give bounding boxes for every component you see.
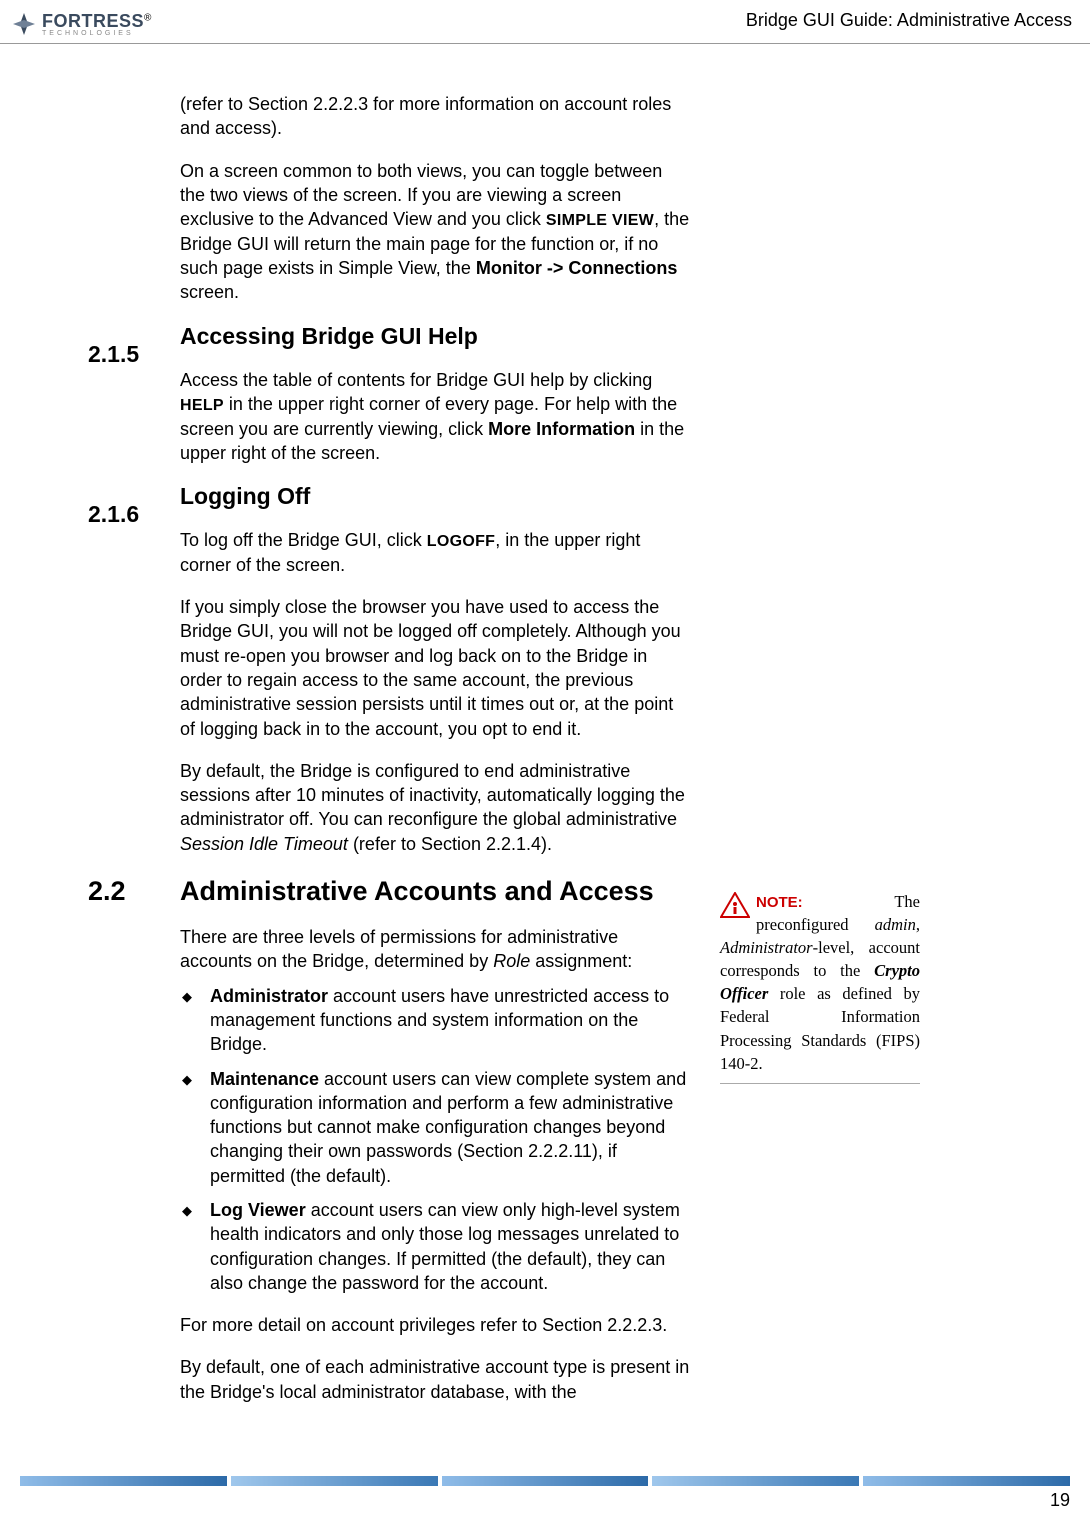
para-216-2: If you simply close the browser you have… (180, 595, 690, 741)
heading-215: Accessing Bridge GUI Help (180, 323, 690, 350)
para-215-1: Access the table of contents for Bridge … (180, 368, 690, 465)
para-22-intro: There are three levels of permissions fo… (180, 925, 690, 974)
para-intro-1: (refer to Section 2.2.2.3 for more infor… (180, 92, 690, 141)
page-footer: 19 (20, 1476, 1070, 1511)
para-intro-2: On a screen common to both views, you ca… (180, 159, 690, 305)
sidebar-note: NOTE: The preconfigured admin, Administr… (720, 890, 920, 1084)
section-number-22: 2.2 (88, 876, 126, 907)
list-item: Administrator account users have unrestr… (202, 984, 690, 1057)
logo-sub-text: TECHNOLOGIES (42, 30, 151, 37)
header-title: Bridge GUI Guide: Administrative Access (746, 10, 1072, 31)
warning-info-icon (720, 892, 750, 918)
list-item: Log Viewer account users can view only h… (202, 1198, 690, 1295)
list-item: Maintenance account users can view compl… (202, 1067, 690, 1188)
heading-216: Logging Off (180, 483, 690, 510)
heading-22: Administrative Accounts and Access (180, 876, 1070, 907)
para-216-3: By default, the Bridge is configured to … (180, 759, 690, 856)
para-22-p2: For more detail on account privileges re… (180, 1313, 690, 1337)
section-number-215: 2.1.5 (88, 341, 139, 368)
logo-main-text: FORTRESS (42, 11, 144, 31)
section-number-216: 2.1.6 (88, 501, 139, 528)
role-list: Administrator account users have unrestr… (180, 984, 690, 1296)
logo: FORTRESS® TECHNOLOGIES (10, 10, 151, 38)
page-header: FORTRESS® TECHNOLOGIES Bridge GUI Guide:… (0, 0, 1090, 44)
logo-icon (10, 10, 38, 38)
footer-decoration (20, 1476, 1070, 1486)
para-216-1: To log off the Bridge GUI, click LOGOFF,… (180, 528, 690, 577)
para-22-p3: By default, one of each administrative a… (180, 1355, 690, 1404)
note-label: NOTE: (756, 894, 803, 911)
page-number: 19 (20, 1490, 1070, 1511)
